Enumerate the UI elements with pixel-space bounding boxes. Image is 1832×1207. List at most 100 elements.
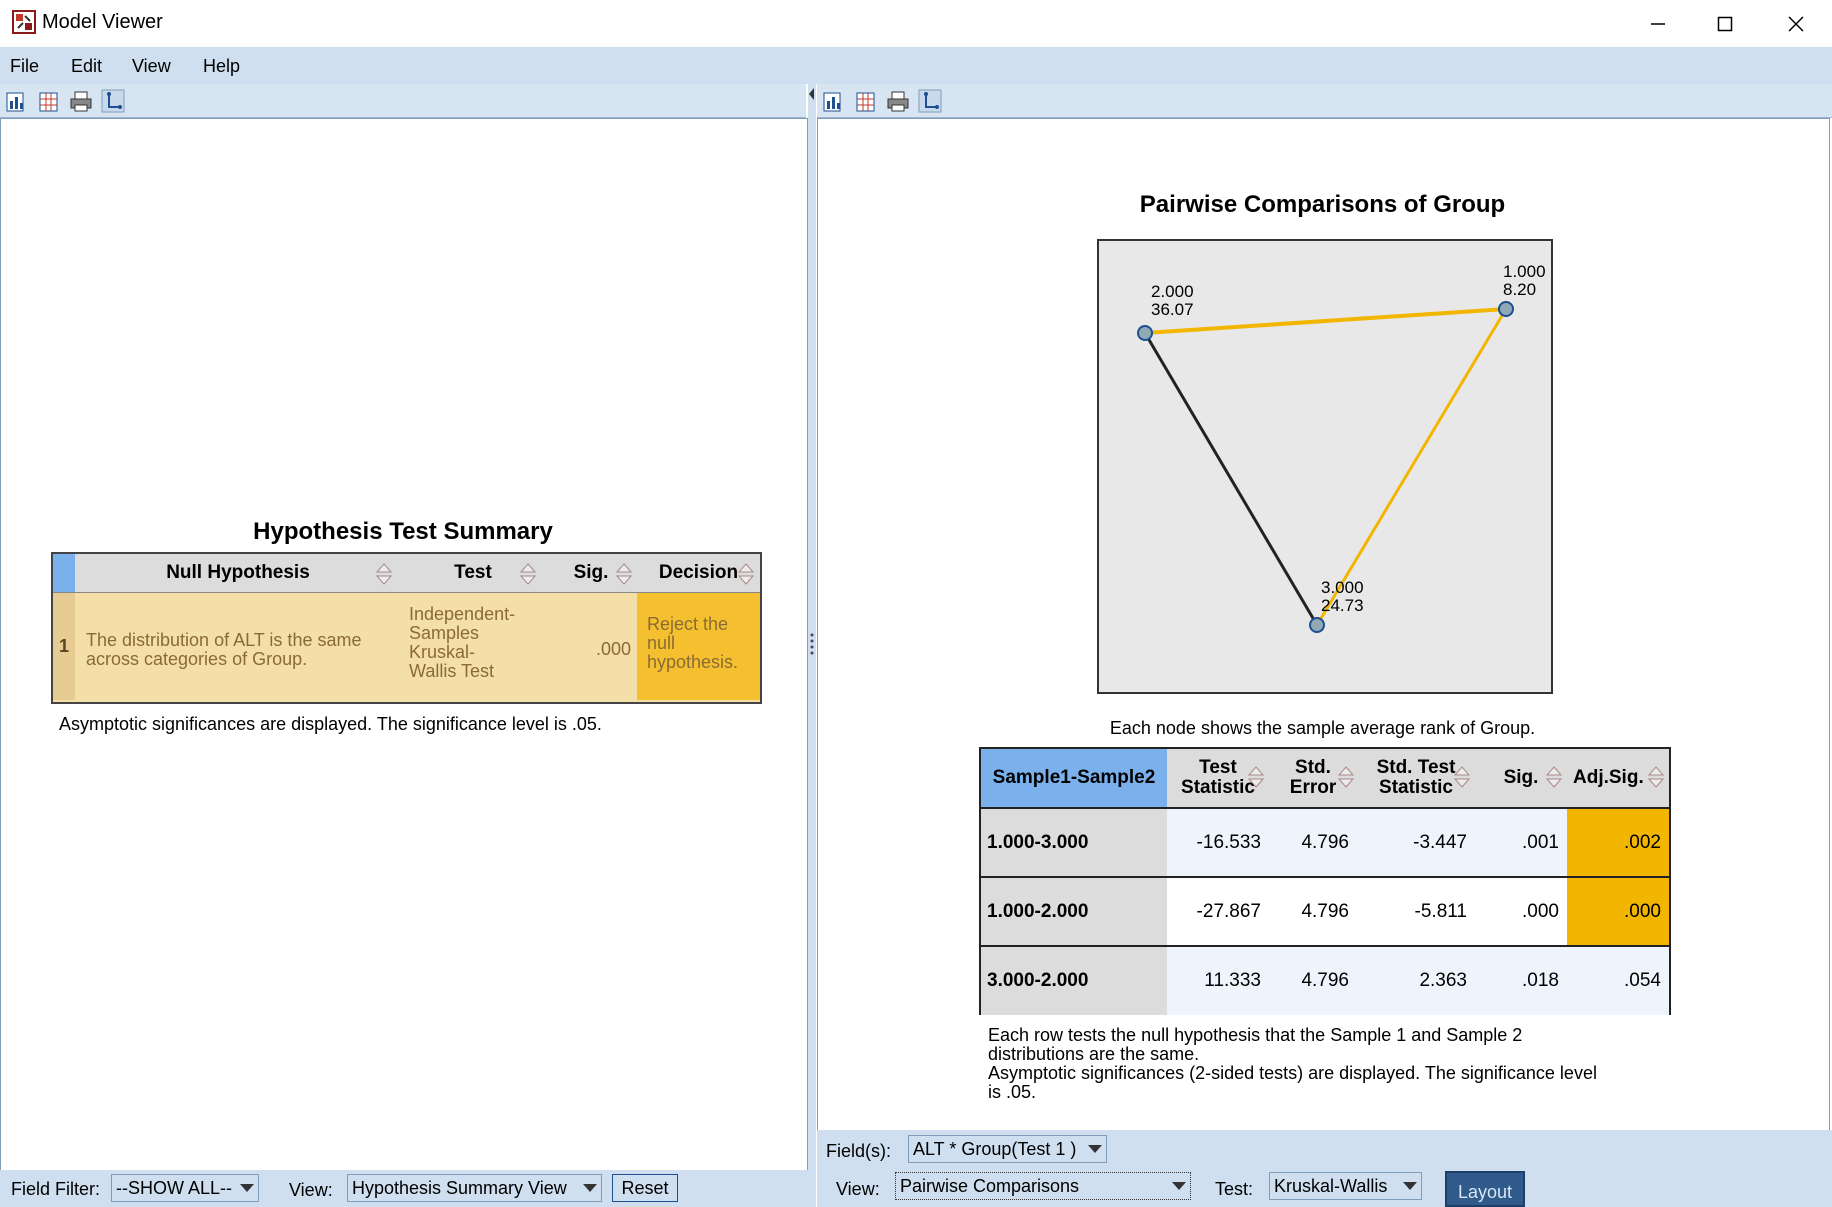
node-2-rank: 36.07 <box>1151 300 1194 319</box>
title-bar: Model Viewer <box>0 0 1832 47</box>
pair-cell: 1.000-3.000 <box>981 809 1167 877</box>
view-dropdown[interactable]: Pairwise Comparisons <box>895 1172 1191 1200</box>
node-3[interactable] <box>1309 617 1325 633</box>
fields-label: Field(s): <box>826 1141 892 1161</box>
row-number: 1 <box>53 593 75 700</box>
view-dropdown[interactable]: Hypothesis Summary View <box>347 1174 602 1202</box>
layout-button[interactable]: Layout <box>1445 1171 1525 1207</box>
node-2[interactable] <box>1137 325 1153 341</box>
std-error-cell: 4.796 <box>1301 901 1349 922</box>
col-header-std-error[interactable]: Std. Error <box>1269 749 1357 807</box>
pairwise-footnote: Each row tests the null hypothesis that … <box>988 1025 1597 1102</box>
sort-icon[interactable] <box>1545 765 1563 789</box>
table-row: 1.000-3.000 -16.533 4.796 -3.447 .001 .0… <box>981 807 1669 877</box>
chart-footnote: Each node shows the sample average rank … <box>1109 718 1536 738</box>
col-header-sample-pair[interactable]: Sample1-Sample2 <box>981 749 1167 807</box>
null-hypothesis-cell: The distribution of ALT is the same acro… <box>86 630 362 669</box>
sig-cell: .001 <box>1475 809 1567 877</box>
field-filter-label: Field Filter: <box>11 1179 101 1199</box>
panel-splitter[interactable] <box>808 84 816 1207</box>
left-footer-bar: Field Filter: --SHOW ALL-- View: Hypothe… <box>0 1170 808 1207</box>
menu-edit[interactable]: Edit <box>71 56 102 77</box>
decision-cell: Reject the null hypothesis. <box>637 593 760 700</box>
hypothesis-footnote: Asymptotic significances are displayed. … <box>59 714 602 734</box>
edge-2-3[interactable] <box>1143 332 1319 626</box>
copy-table-icon[interactable] <box>37 89 61 113</box>
sort-icon[interactable] <box>737 562 755 586</box>
adj-sig-cell: .000 <box>1567 878 1669 946</box>
col-header-null-hypothesis[interactable]: Null Hypothesis <box>75 554 401 593</box>
test-statistic-cell: 11.333 <box>1167 947 1269 1015</box>
node-1-label: 1.000 <box>1503 262 1546 281</box>
chevron-down-icon <box>1403 1182 1417 1190</box>
sort-icon[interactable] <box>1337 765 1355 789</box>
maximize-icon <box>1717 16 1733 31</box>
splitter-arrow-icon[interactable] <box>808 84 816 104</box>
test-statistic-cell: -16.533 <box>1167 809 1269 877</box>
pairwise-network-chart: 1.000 8.20 2.000 36.07 3.000 24.73 <box>1097 239 1553 694</box>
std-error-cell: 4.796 <box>1269 809 1357 877</box>
col-header-std-test-statistic[interactable]: Std. Test Statistic <box>1357 749 1475 807</box>
sig-cell: .000 <box>1522 901 1559 922</box>
reset-button[interactable]: Reset <box>612 1174 678 1202</box>
chevron-down-icon <box>1088 1145 1102 1153</box>
col-header-sig[interactable]: Sig. <box>545 554 637 593</box>
fields-dropdown[interactable]: ALT * Group(Test 1 ) <box>908 1135 1107 1163</box>
menu-view[interactable]: View <box>132 56 171 77</box>
print-icon[interactable] <box>886 89 910 113</box>
splitter-grip-icon[interactable] <box>809 632 815 656</box>
network-graph: 1.000 8.20 2.000 36.07 3.000 24.73 <box>1137 262 1546 633</box>
pivot-icon[interactable] <box>101 89 125 113</box>
sort-icon[interactable] <box>1453 765 1471 789</box>
table-row: 3.000-2.000 11.333 4.796 2.363 .018 .054 <box>981 945 1669 1015</box>
print-icon[interactable] <box>69 89 93 113</box>
node-1-rank: 8.20 <box>1503 280 1536 299</box>
copy-chart-icon[interactable] <box>5 89 29 113</box>
node-3-rank: 24.73 <box>1321 596 1364 615</box>
menu-help[interactable]: Help <box>203 56 240 77</box>
edge-2-1[interactable] <box>1144 307 1507 335</box>
left-toolbar <box>0 84 806 118</box>
node-3-label: 3.000 <box>1321 578 1364 597</box>
pairwise-comparisons-table: Sample1-Sample2 Test Statistic Std. Error … <box>979 747 1671 1015</box>
maximize-button[interactable] <box>1690 0 1760 47</box>
node-2-label: 2.000 <box>1151 282 1194 301</box>
std-test-statistic-cell: -3.447 <box>1357 809 1475 877</box>
std-test-statistic-cell: 2.363 <box>1357 947 1475 1015</box>
pivot-icon[interactable] <box>918 89 942 113</box>
sort-icon[interactable] <box>1247 765 1265 789</box>
pairwise-chart-title: Pairwise Comparisons of Group <box>1139 191 1506 218</box>
pair-cell: 3.000-2.000 <box>981 947 1167 1015</box>
test-dropdown[interactable]: Kruskal-Wallis <box>1269 1172 1422 1200</box>
right-toolbar <box>817 84 1832 118</box>
sort-icon[interactable] <box>615 562 633 586</box>
chevron-down-icon <box>1172 1182 1186 1190</box>
col-header-test-statistic[interactable]: Test Statistic <box>1167 749 1269 807</box>
chevron-down-icon <box>583 1184 597 1192</box>
minimize-button[interactable] <box>1623 0 1693 47</box>
col-header-decision[interactable]: Decision <box>637 554 760 593</box>
menu-bar: File Edit View Help <box>0 47 1832 84</box>
test-statistic-cell: -27.867 <box>1196 901 1261 922</box>
col-header-adj-sig[interactable]: Adj.Sig. <box>1567 749 1669 807</box>
close-button[interactable] <box>1761 0 1831 47</box>
col-header-sig[interactable]: Sig. <box>1475 749 1567 807</box>
sig-cell: .018 <box>1475 947 1567 1015</box>
view-label: View: <box>836 1179 880 1199</box>
field-filter-dropdown[interactable]: --SHOW ALL-- <box>111 1174 259 1202</box>
right-fields-bar: Field(s): ALT * Group(Test 1 ) <box>817 1130 1832 1170</box>
sort-icon[interactable] <box>375 562 393 586</box>
adj-sig-cell: .002 <box>1567 809 1669 877</box>
copy-chart-icon[interactable] <box>822 89 846 113</box>
minimize-icon <box>1651 22 1665 25</box>
sort-icon[interactable] <box>1647 765 1665 789</box>
menu-file[interactable]: File <box>10 56 39 77</box>
sig-cell: .000 <box>595 639 631 659</box>
window-title: Model Viewer <box>42 11 163 33</box>
row-header-corner <box>53 554 75 593</box>
close-icon <box>1788 15 1804 32</box>
sort-icon[interactable] <box>519 562 537 586</box>
col-header-test[interactable]: Test <box>401 554 545 593</box>
node-1[interactable] <box>1498 301 1514 317</box>
copy-table-icon[interactable] <box>854 89 878 113</box>
